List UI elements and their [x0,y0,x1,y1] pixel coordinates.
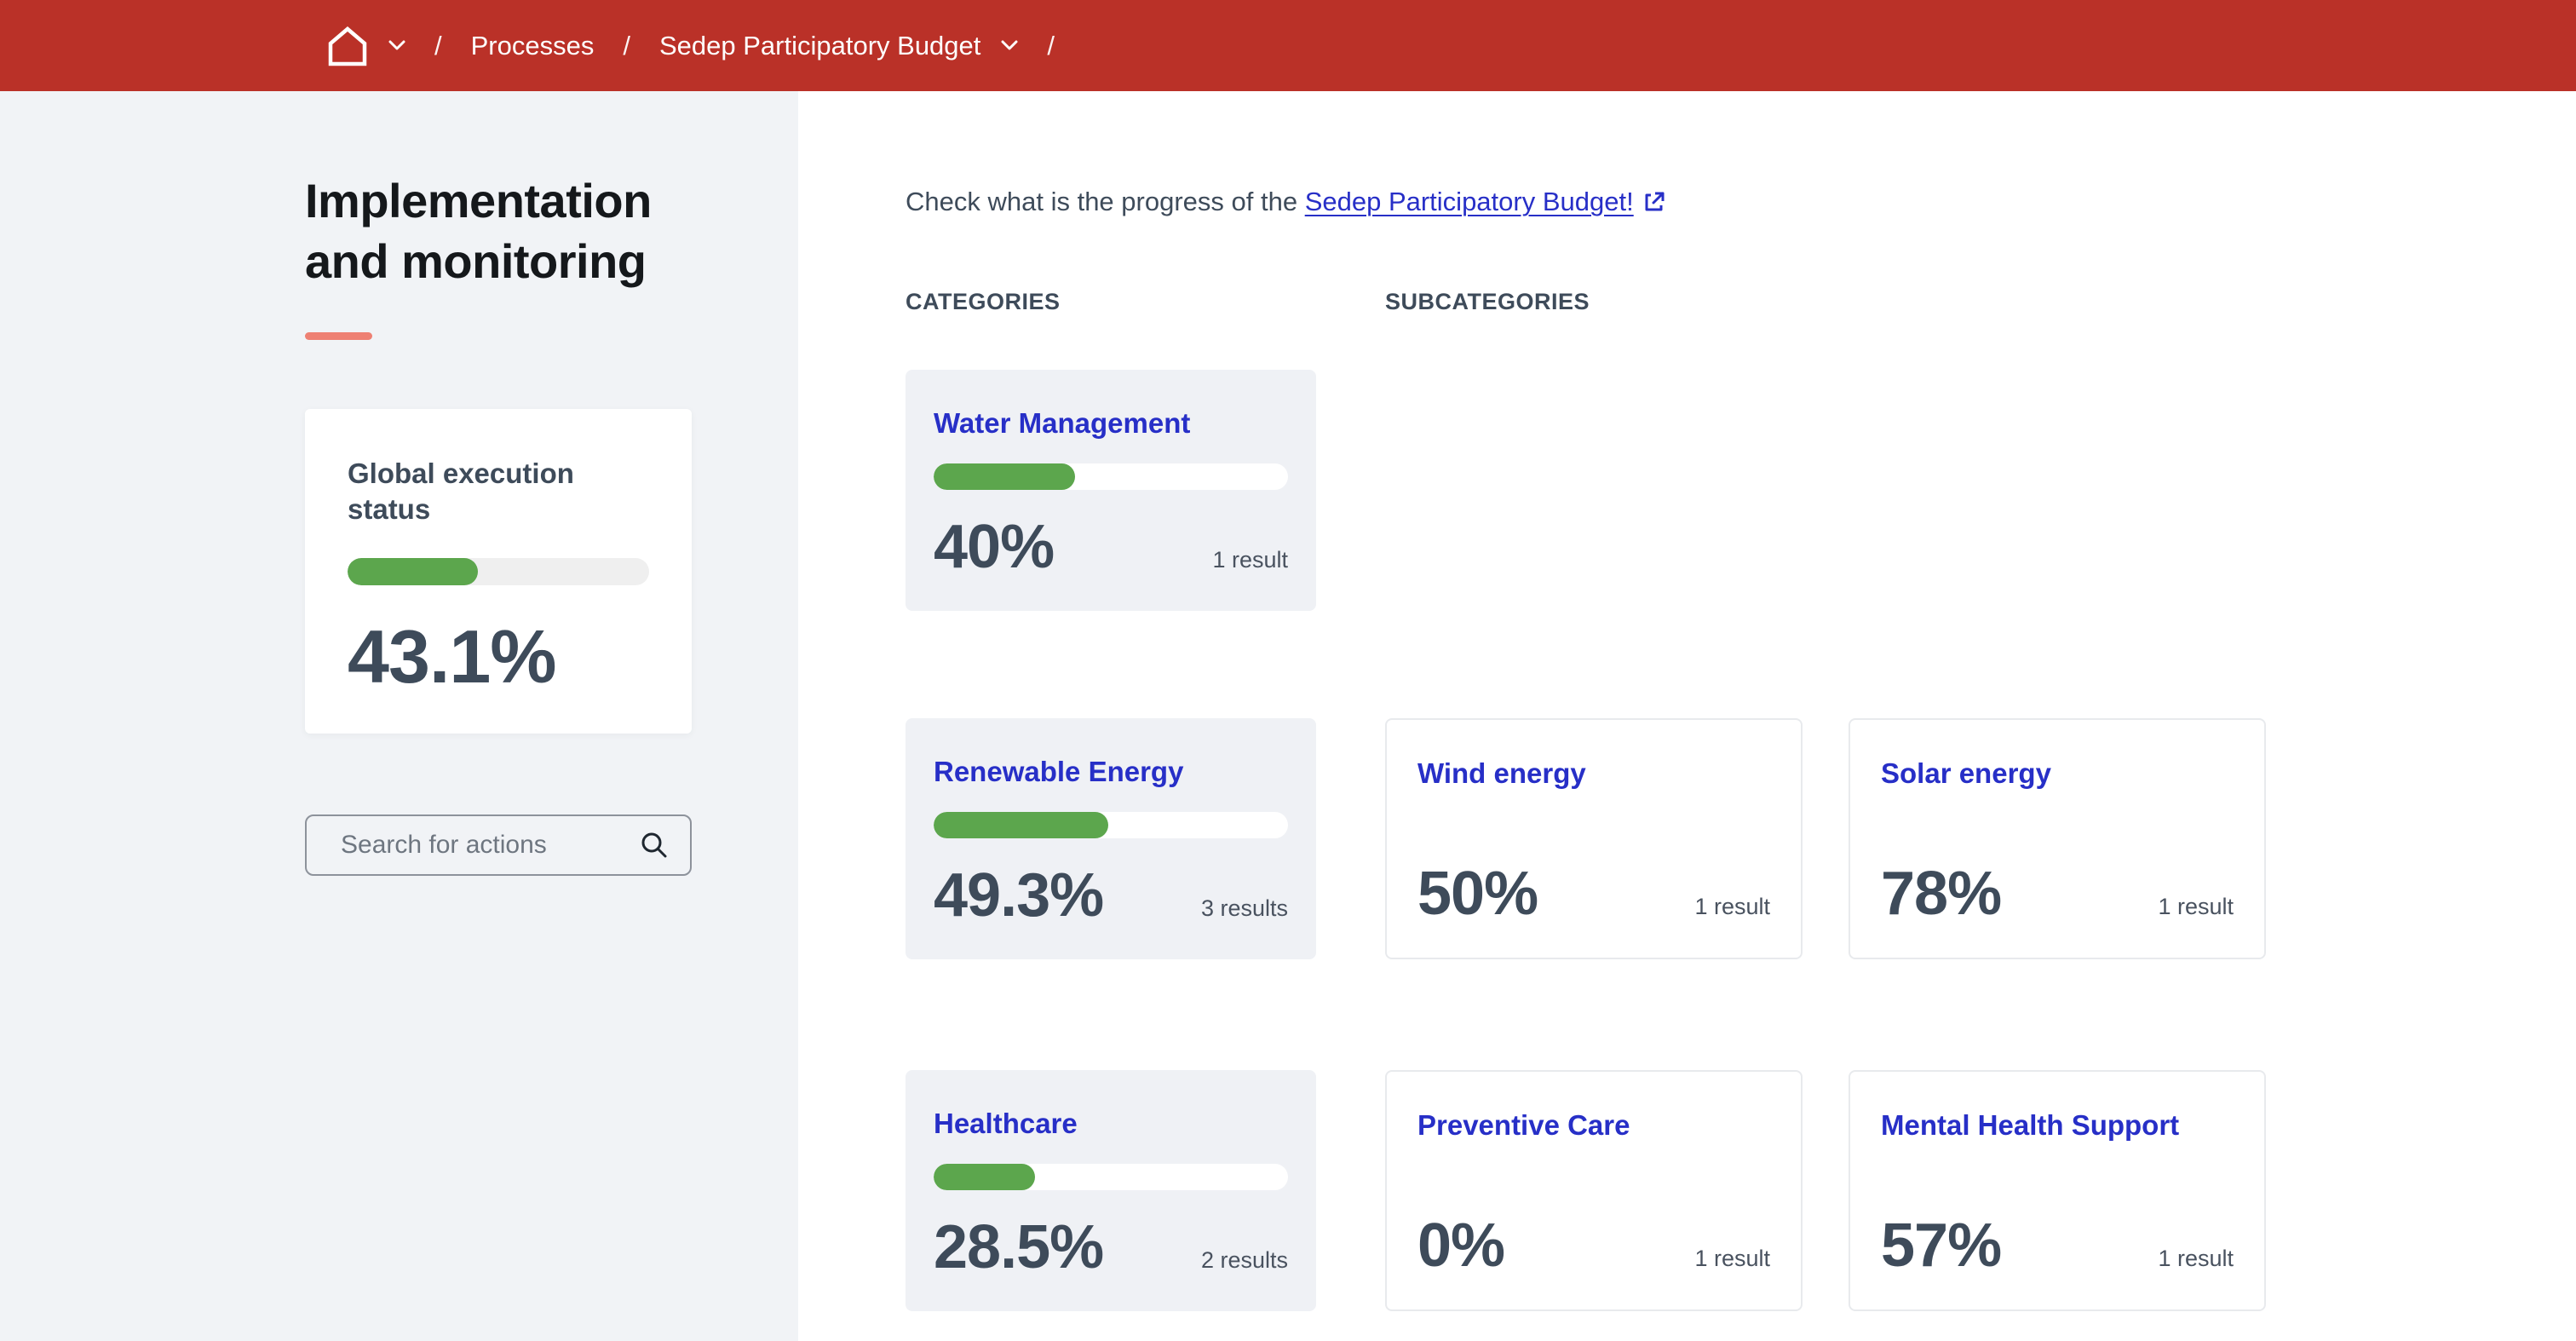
column-headers: CATEGORIES SUBCATEGORIES [906,288,2576,316]
home-link[interactable] [327,26,368,66]
main-content: Check what is the progress of the Sedep … [798,91,2576,1341]
percent-value: 28.5% [934,1223,1103,1272]
category-card-renewable-energy: Renewable Energy 49.3% 3 results [906,718,1316,959]
category-row: Healthcare 28.5% 2 results Preventive Ca… [906,1070,2576,1311]
subcategory-card-wind-energy: Wind energy 50% 1 result [1385,718,1803,959]
breadcrumb-separator: / [1047,31,1055,61]
category-link[interactable]: Renewable Energy [934,754,1183,789]
progress-fill [934,463,1075,490]
page-title: Implementation and monitoring [305,170,692,291]
search-input[interactable] [339,830,639,860]
category-row: Renewable Energy 49.3% 3 results Wind en… [906,718,2576,959]
percent-value: 0% [1417,1221,1504,1270]
breadcrumb-process-link[interactable]: Sedep Participatory Budget [659,31,980,61]
percent-value: 57% [1881,1221,2001,1270]
category-link[interactable]: Healthcare [934,1106,1078,1141]
percent-value: 40% [934,522,1054,572]
progress-fill [934,812,1108,838]
global-percent-value: 43.1% [348,624,649,689]
intro-prefix: Check what is the progress of the [906,187,1305,216]
subcategory-link[interactable]: Solar energy [1881,756,2051,791]
category-row: Water Management 40% 1 result [906,370,2576,611]
global-progress-bar [348,558,649,585]
process-chevron-down-icon[interactable] [1001,40,1018,51]
home-chevron-down-icon[interactable] [388,40,405,51]
subcategories-header: SUBCATEGORIES [1385,288,1590,316]
percent-value: 49.3% [934,871,1103,920]
search-icon[interactable] [639,830,670,860]
breadcrumb-separator: / [623,31,630,61]
title-underline-decoration [305,332,372,340]
results-count: 3 results [1201,895,1288,922]
percent-value: 78% [1881,869,2001,918]
category-card-water-management: Water Management 40% 1 result [906,370,1316,611]
subcategory-card-solar-energy: Solar energy 78% 1 result [1849,718,2266,959]
global-execution-title: Global execution status [348,456,649,527]
search-box[interactable] [305,814,692,876]
results-count: 1 result [1694,894,1770,920]
results-count: 2 results [1201,1247,1288,1274]
subcategory-link[interactable]: Preventive Care [1417,1108,1630,1142]
progress-fill [934,1164,1035,1190]
process-progress-link[interactable]: Sedep Participatory Budget! [1305,185,1666,219]
progress-bar [934,463,1288,490]
sidebar: Implementation and monitoring Global exe… [0,91,798,1341]
category-card-healthcare: Healthcare 28.5% 2 results [906,1070,1316,1311]
subcategory-link[interactable]: Mental Health Support [1881,1108,2179,1142]
top-navbar: / Processes / Sedep Participatory Budget… [0,0,2576,91]
category-link[interactable]: Water Management [934,406,1190,440]
categories-header: CATEGORIES [906,288,1385,316]
breadcrumb-separator: / [434,31,442,61]
subcategory-card-preventive-care: Preventive Care 0% 1 result [1385,1070,1803,1311]
intro-text: Check what is the progress of the Sedep … [906,185,2576,219]
subcategory-link[interactable]: Wind energy [1417,756,1586,791]
results-count: 1 result [1212,547,1288,573]
global-execution-card: Global execution status 43.1% [305,409,692,734]
progress-bar [934,812,1288,838]
results-count: 1 result [1694,1246,1770,1272]
subcategory-card-mental-health-support: Mental Health Support 57% 1 result [1849,1070,2266,1311]
progress-bar [934,1164,1288,1190]
results-count: 1 result [2158,894,2234,920]
breadcrumb-processes-link[interactable]: Processes [471,31,595,61]
results-count: 1 result [2158,1246,2234,1272]
global-progress-fill [348,558,478,585]
home-icon [327,26,368,66]
external-link-icon [1642,190,1666,214]
percent-value: 50% [1417,869,1538,918]
